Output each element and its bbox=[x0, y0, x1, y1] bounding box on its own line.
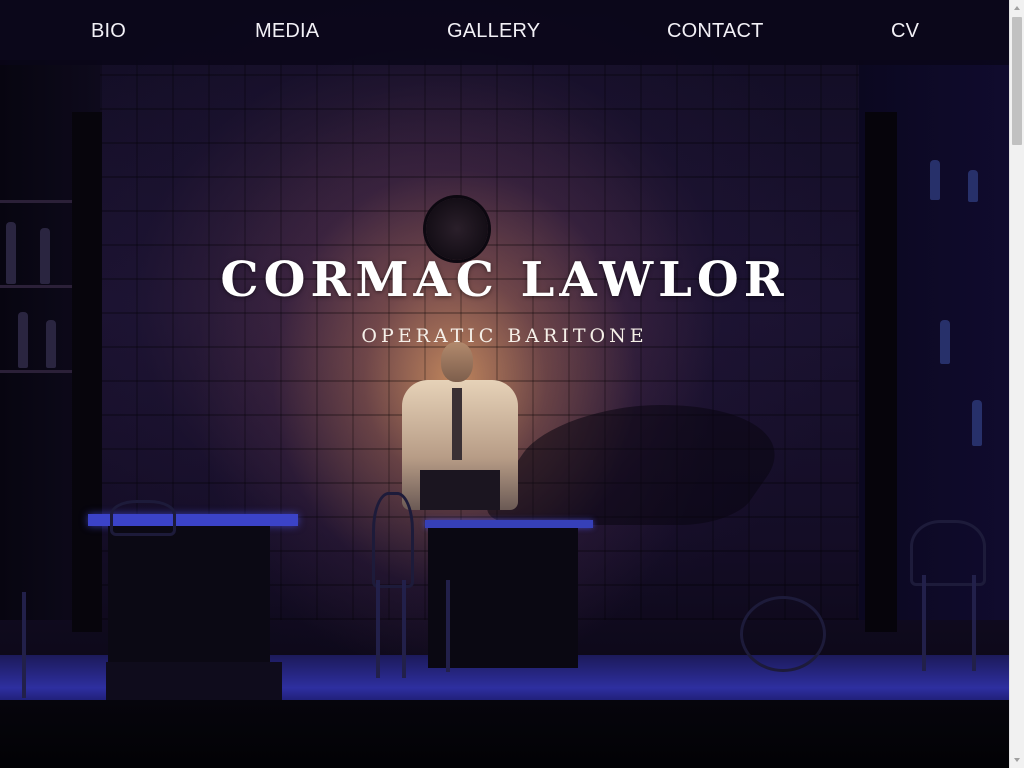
chair-leg bbox=[922, 575, 926, 671]
main-nav: BIO MEDIA GALLERY CONTACT CV bbox=[0, 0, 1009, 65]
page-subtitle: OPERATIC BARITONE bbox=[361, 325, 648, 347]
chair bbox=[372, 492, 414, 588]
stage-edge bbox=[0, 700, 1009, 768]
wall-clock bbox=[426, 198, 488, 260]
bar-shelf bbox=[0, 200, 72, 203]
chair bbox=[110, 500, 176, 536]
performer-tie bbox=[452, 388, 462, 460]
overturned-chair bbox=[740, 596, 826, 672]
nav-item-contact[interactable]: CONTACT bbox=[667, 20, 764, 43]
pillar bbox=[72, 112, 102, 632]
chair-leg bbox=[972, 575, 976, 671]
nav-item-media[interactable]: MEDIA bbox=[255, 20, 319, 43]
bottle bbox=[968, 170, 978, 202]
bottle bbox=[930, 160, 940, 200]
nav-item-gallery[interactable]: GALLERY bbox=[447, 20, 540, 43]
nav-item-cv[interactable]: CV bbox=[891, 20, 919, 43]
table-base bbox=[106, 662, 282, 700]
hero-section: BIO MEDIA GALLERY CONTACT CV CORMAC LAWL… bbox=[0, 0, 1009, 768]
chair-leg bbox=[402, 580, 406, 678]
chair-leg bbox=[446, 580, 450, 672]
scrollbar-thumb[interactable] bbox=[1012, 17, 1022, 145]
performer-legs bbox=[420, 470, 500, 510]
chair-leg bbox=[376, 580, 380, 678]
page-title: CORMAC LAWLOR bbox=[220, 252, 789, 308]
chair-leg bbox=[22, 592, 26, 698]
vertical-scrollbar[interactable] bbox=[1009, 0, 1024, 768]
table-top bbox=[425, 520, 593, 528]
performer-head bbox=[441, 342, 473, 382]
nav-item-bio[interactable]: BIO bbox=[91, 20, 126, 43]
table-body bbox=[428, 528, 578, 668]
scroll-up-arrow-icon[interactable] bbox=[1010, 0, 1024, 15]
bar-shelf bbox=[0, 370, 72, 373]
bottle bbox=[972, 400, 982, 446]
scroll-down-arrow-icon[interactable] bbox=[1010, 753, 1024, 768]
pillar bbox=[865, 112, 897, 632]
table-body bbox=[108, 526, 270, 666]
